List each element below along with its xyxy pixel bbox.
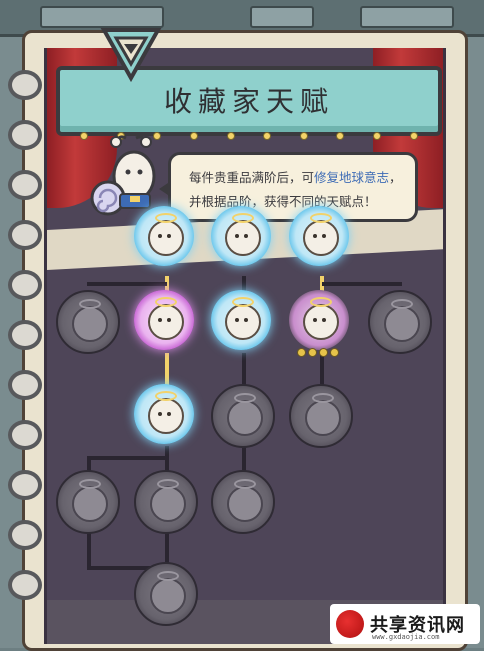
- spiral-ring: [8, 370, 42, 400]
- angel-face-icon: [227, 400, 263, 436]
- halo-icon: [310, 297, 332, 307]
- spiral-ring: [8, 420, 42, 450]
- talent-node-r4b[interactable]: [134, 470, 198, 534]
- angel-face-icon: [305, 400, 341, 436]
- halo-icon: [310, 213, 332, 223]
- halo-icon: [234, 479, 256, 489]
- hint-highlight: 修复地球意志: [314, 170, 390, 185]
- connector: [87, 456, 167, 460]
- eye: [235, 318, 239, 322]
- eye: [167, 234, 171, 238]
- halo-icon: [157, 479, 179, 489]
- talent-node-r4a[interactable]: [56, 470, 120, 534]
- eye: [167, 412, 171, 416]
- halo-icon: [155, 213, 177, 223]
- spiral-ring: [8, 570, 42, 600]
- connector: [87, 282, 167, 286]
- snail-mascot-icon: [90, 135, 156, 216]
- talent-node-m1[interactable]: [56, 290, 120, 354]
- progress-dot: [308, 348, 317, 357]
- spiral-ring: [8, 320, 42, 350]
- page-title: 收藏家天赋: [163, 85, 334, 118]
- eye: [235, 234, 239, 238]
- talent-node-m3[interactable]: [211, 290, 271, 350]
- watermark-logo-icon: [336, 610, 364, 638]
- spiral-ring: [8, 220, 42, 250]
- watermark-badge: 共享资讯网 www.gxdaojia.com: [330, 604, 480, 644]
- eye: [158, 234, 162, 238]
- hint-line-1: 每件贵重品满阶后，可修复地球意志，: [189, 167, 402, 186]
- halo-icon: [232, 213, 254, 223]
- halo-icon: [312, 393, 334, 403]
- angel-face-icon: [303, 220, 339, 256]
- eye: [313, 234, 317, 238]
- spiral-ring: [8, 270, 42, 300]
- halo-icon: [155, 391, 177, 401]
- eye: [244, 234, 248, 238]
- halo-icon: [234, 393, 256, 403]
- spiral-ring: [8, 70, 42, 100]
- angel-face-icon: [150, 578, 186, 614]
- eye: [158, 318, 162, 322]
- halo-icon: [157, 571, 179, 581]
- angel-face-icon: [227, 486, 263, 522]
- angel-face-icon: [150, 486, 186, 522]
- halo-icon: [155, 297, 177, 307]
- eye: [322, 234, 326, 238]
- angel-face-icon: [384, 306, 420, 342]
- halo-icon: [79, 479, 101, 489]
- eye: [313, 318, 317, 322]
- spiral-ring: [8, 170, 42, 200]
- eye: [322, 318, 326, 322]
- progress-dot: [319, 348, 328, 357]
- hint-speech-bubble: 每件贵重品满阶后，可修复地球意志， 并根据品阶，获得不同的天赋点！: [159, 152, 418, 222]
- talent-node-r3a[interactable]: [134, 384, 194, 444]
- talent-node-r3b[interactable]: [211, 384, 275, 448]
- pipe-segment: [250, 6, 314, 28]
- angel-face-icon: [225, 220, 261, 256]
- talent-node-m5[interactable]: [368, 290, 432, 354]
- triangle-badge-icon: [100, 28, 162, 83]
- talent-node-r4c[interactable]: [211, 470, 275, 534]
- progress-dot: [297, 348, 306, 357]
- angel-face-icon: [303, 304, 339, 340]
- eye: [158, 412, 162, 416]
- spiral-ring: [8, 470, 42, 500]
- hint-text: ，: [389, 170, 402, 185]
- talent-node-m2[interactable]: [134, 290, 194, 350]
- connector: [87, 528, 91, 568]
- halo-icon: [232, 297, 254, 307]
- hint-line-2: 并根据品阶，获得不同的天赋点！: [189, 194, 377, 209]
- angel-face-icon: [72, 486, 108, 522]
- angel-face-icon: [148, 398, 184, 434]
- hint-text: 每件贵重品满阶后，可: [189, 170, 315, 185]
- spiral-ring: [8, 520, 42, 550]
- talent-node-t2[interactable]: [211, 206, 271, 266]
- angel-face-icon: [72, 306, 108, 342]
- halo-icon: [391, 299, 413, 309]
- bubble-tail: [159, 181, 171, 197]
- eye: [167, 318, 171, 322]
- progress-dot: [330, 348, 339, 357]
- angel-face-icon: [148, 304, 184, 340]
- talent-node-t3[interactable]: [289, 206, 349, 266]
- pipe-segment: [360, 6, 454, 28]
- angel-face-icon: [225, 304, 261, 340]
- watermark-url: www.gxdaojia.com: [372, 633, 440, 641]
- talent-node-r3c[interactable]: [289, 384, 353, 448]
- angel-face-icon: [148, 220, 184, 256]
- eye: [244, 318, 248, 322]
- halo-icon: [79, 299, 101, 309]
- spiral-ring: [8, 120, 42, 150]
- progress-dots: [297, 348, 339, 357]
- connector: [322, 282, 402, 286]
- talent-node-r5a[interactable]: [134, 562, 198, 626]
- talent-node-t1[interactable]: [134, 206, 194, 266]
- talent-node-m4[interactable]: [289, 290, 349, 350]
